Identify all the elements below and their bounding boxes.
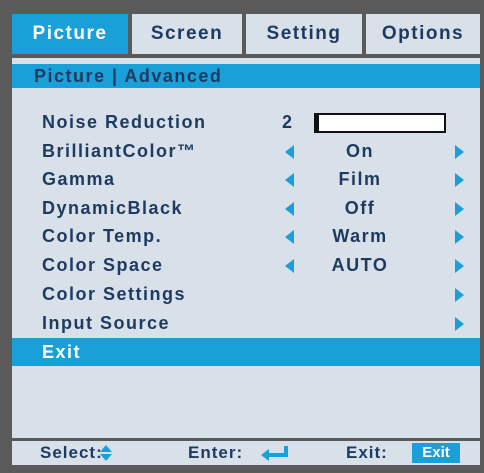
menu-row-input-source[interactable]: Input Source	[12, 309, 480, 337]
menu-label: BrilliantColor™	[42, 141, 197, 161]
tab-setting[interactable]: Setting	[246, 14, 362, 54]
menu-row-noise-reduction[interactable]: Noise Reduction 2	[12, 108, 480, 136]
right-arrow-icon[interactable]	[455, 230, 464, 244]
noise-reduction-slider-fill	[316, 115, 319, 131]
breadcrumb-bar: Picture | Advanced	[12, 64, 480, 88]
menu-label: Input Source	[42, 313, 171, 333]
tab-screen[interactable]: Screen	[132, 14, 242, 54]
menu-panel: Picture | Advanced Noise Reduction 2 Bri…	[12, 58, 480, 438]
menu-label: Color Temp.	[42, 226, 163, 246]
left-arrow-icon[interactable]	[285, 202, 294, 216]
menu-label: Exit	[42, 342, 82, 362]
left-arrow-icon[interactable]	[285, 259, 294, 273]
noise-reduction-value: 2	[282, 112, 293, 132]
noise-reduction-slider[interactable]	[314, 113, 446, 133]
menu-value: Warm	[332, 226, 388, 246]
left-arrow-icon[interactable]	[285, 145, 294, 159]
right-arrow-icon[interactable]	[455, 317, 464, 331]
menu-label: DynamicBlack	[42, 198, 184, 218]
tab-bar: Picture Screen Setting Options	[12, 14, 480, 54]
menu-label: Color Settings	[42, 284, 187, 304]
osd-frame: Picture Screen Setting Options Picture |…	[0, 0, 484, 473]
menu-row-color-settings[interactable]: Color Settings	[12, 280, 480, 308]
menu-value: AUTO	[331, 255, 389, 275]
enter-hint-label: Enter:	[188, 443, 244, 462]
enter-key-icon	[261, 446, 288, 461]
help-bar: Select: Enter: Exit: Exit	[12, 441, 480, 465]
right-arrow-icon[interactable]	[455, 202, 464, 216]
right-arrow-icon[interactable]	[455, 145, 464, 159]
menu-row-color-temp[interactable]: Color Temp. Warm	[12, 222, 480, 250]
exit-hint-label: Exit:	[346, 443, 388, 462]
breadcrumb: Picture | Advanced	[34, 66, 223, 86]
left-arrow-icon[interactable]	[285, 230, 294, 244]
right-arrow-icon[interactable]	[455, 173, 464, 187]
menu-row-color-space[interactable]: Color Space AUTO	[12, 251, 480, 279]
select-hint-label: Select:	[40, 443, 103, 462]
right-arrow-icon[interactable]	[455, 288, 464, 302]
menu-label: Gamma	[42, 169, 116, 189]
menu-label: Noise Reduction	[42, 112, 207, 132]
tab-picture[interactable]: Picture	[12, 14, 128, 54]
tab-options[interactable]: Options	[366, 14, 480, 54]
menu-value: On	[346, 141, 374, 161]
up-down-arrows-icon	[100, 445, 112, 461]
left-arrow-icon[interactable]	[285, 173, 294, 187]
menu-value: Off	[344, 198, 376, 218]
menu-row-brilliantcolor[interactable]: BrilliantColor™ On	[12, 137, 480, 165]
menu-label: Color Space	[42, 255, 164, 275]
menu-row-dynamicblack[interactable]: DynamicBlack Off	[12, 194, 480, 222]
exit-key-badge[interactable]: Exit	[412, 443, 460, 463]
menu-row-exit[interactable]: Exit	[12, 338, 480, 366]
right-arrow-icon[interactable]	[455, 259, 464, 273]
menu-value: Film	[338, 169, 382, 189]
menu-row-gamma[interactable]: Gamma Film	[12, 165, 480, 193]
